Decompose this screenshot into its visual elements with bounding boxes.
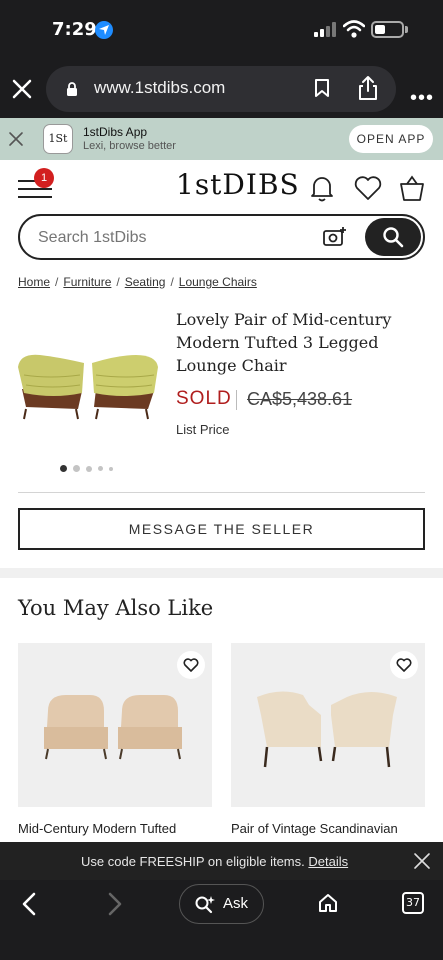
recommendation-image [44, 695, 182, 760]
bell-icon[interactable] [309, 174, 335, 202]
site-logo[interactable]: 1stDIBS [176, 168, 300, 201]
open-app-button[interactable]: OPEN APP [349, 125, 433, 153]
breadcrumb-furniture[interactable]: Furniture [63, 275, 111, 289]
promo-message: Use code FREESHIP on eligible items. [81, 854, 305, 869]
url-text: www.1stdibs.com [94, 78, 226, 97]
search-input[interactable] [38, 229, 278, 247]
product-title: Lovely Pair of Mid-century Modern Tufted… [176, 310, 392, 375]
carousel-dot[interactable] [109, 467, 113, 471]
app-name: 1stDibs App [83, 125, 148, 139]
ask-button[interactable]: Ask [179, 884, 264, 924]
breadcrumb-separator: / [170, 275, 174, 289]
heart-icon[interactable] [354, 175, 382, 201]
forward-arrow-icon[interactable] [106, 892, 124, 916]
location-arrow-icon [95, 21, 113, 39]
battery-cap [405, 26, 408, 33]
product-image[interactable] [14, 345, 162, 423]
recommendation-card[interactable] [231, 643, 425, 807]
browser-bottom-toolbar: Ask 37 [0, 880, 443, 960]
share-icon[interactable] [357, 75, 379, 101]
banner-close-icon[interactable] [8, 131, 24, 147]
carousel-dot[interactable] [73, 465, 80, 472]
search-button[interactable] [365, 218, 421, 256]
message-seller-button[interactable]: MESSAGE THE SELLER [18, 508, 425, 550]
back-arrow-icon[interactable] [20, 892, 38, 916]
bookmark-icon[interactable] [314, 78, 330, 98]
recommendations-title: You May Also Like [18, 596, 214, 620]
status-bar: 7:29 [0, 0, 443, 60]
recommendation-title[interactable]: Mid-Century Modern Tufted [18, 821, 176, 836]
sold-status: SOLD [176, 388, 232, 409]
promo-text: Use code FREESHIP on eligible items. Det… [81, 854, 348, 869]
close-icon[interactable] [10, 77, 34, 101]
status-time: 7:29 [52, 19, 97, 40]
battery-icon [371, 21, 404, 38]
promo-details-link[interactable]: Details [308, 854, 348, 869]
breadcrumb-home[interactable]: Home [18, 275, 50, 289]
shopping-bag-icon[interactable] [398, 174, 426, 202]
recommendation-card[interactable] [18, 643, 212, 807]
price-divider [236, 390, 237, 410]
sparkle-search-icon [195, 896, 215, 914]
menu-notification-badge: 1 [34, 168, 54, 188]
visual-search-camera-icon[interactable] [322, 226, 348, 248]
breadcrumb-seating[interactable]: Seating [125, 275, 166, 289]
breadcrumb: Home / Furniture / Seating / Lounge Chairs [18, 275, 257, 289]
divider [18, 492, 425, 493]
home-icon[interactable] [317, 892, 339, 914]
breadcrumb-separator: / [116, 275, 120, 289]
carousel-dot-active[interactable] [60, 465, 67, 472]
tabs-count-icon[interactable]: 37 [402, 892, 424, 914]
site-header: 1 1stDIBS [0, 160, 443, 212]
breadcrumb-lounge-chairs[interactable]: Lounge Chairs [179, 275, 257, 289]
price-note: List Price [176, 422, 230, 437]
app-install-banner: 1St 1stDibs App Lexi, browse better OPEN… [0, 118, 443, 160]
app-logo: 1St [43, 124, 73, 154]
address-bar[interactable]: www.1stdibs.com [46, 66, 396, 112]
carousel-dot[interactable] [86, 466, 92, 472]
more-options-icon[interactable]: ••• [410, 87, 434, 110]
lock-icon [67, 82, 77, 96]
product-price: CA$5,438.61 [247, 389, 353, 409]
cellular-signal-icon [314, 22, 336, 37]
search-icon [383, 227, 404, 248]
carousel-dot[interactable] [98, 466, 103, 471]
recommendation-title[interactable]: Pair of Vintage Scandinavian [231, 821, 398, 836]
promo-bar: Use code FREESHIP on eligible items. Det… [0, 842, 443, 880]
ask-label: Ask [223, 895, 249, 912]
app-subtitle: Lexi, browse better [83, 140, 176, 152]
recommendation-image [257, 691, 397, 768]
wifi-icon [343, 20, 365, 38]
breadcrumb-separator: / [55, 275, 59, 289]
search-bar [18, 214, 425, 260]
promo-close-icon[interactable] [413, 852, 431, 870]
section-separator [0, 568, 443, 578]
browser-toolbar: www.1stdibs.com ••• [0, 60, 443, 118]
